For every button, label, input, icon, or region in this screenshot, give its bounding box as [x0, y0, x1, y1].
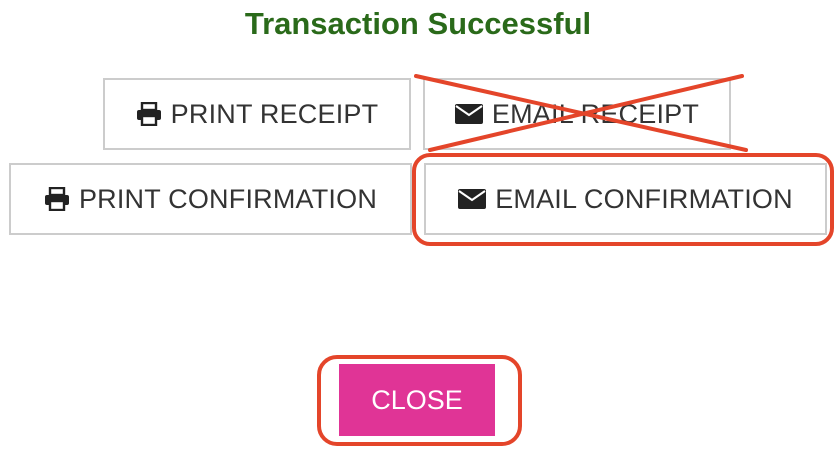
email-receipt-button[interactable]: EMAIL RECEIPT	[423, 78, 731, 150]
printer-icon	[44, 187, 70, 211]
envelope-icon	[454, 104, 483, 124]
email-receipt-label: EMAIL RECEIPT	[491, 98, 700, 129]
printer-icon	[136, 102, 162, 126]
dialog-title: Transaction Successful	[244, 6, 592, 41]
print-receipt-label: PRINT RECEIPT	[170, 98, 379, 129]
close-button[interactable]: CLOSE	[339, 364, 495, 436]
email-confirmation-button[interactable]: EMAIL CONFIRMATION	[424, 163, 827, 235]
print-receipt-button[interactable]: PRINT RECEIPT	[103, 78, 411, 150]
print-confirmation-label: PRINT CONFIRMATION	[78, 183, 378, 214]
print-confirmation-button[interactable]: PRINT CONFIRMATION	[9, 163, 412, 235]
envelope-icon	[458, 189, 487, 209]
email-confirmation-label: EMAIL CONFIRMATION	[495, 183, 793, 214]
